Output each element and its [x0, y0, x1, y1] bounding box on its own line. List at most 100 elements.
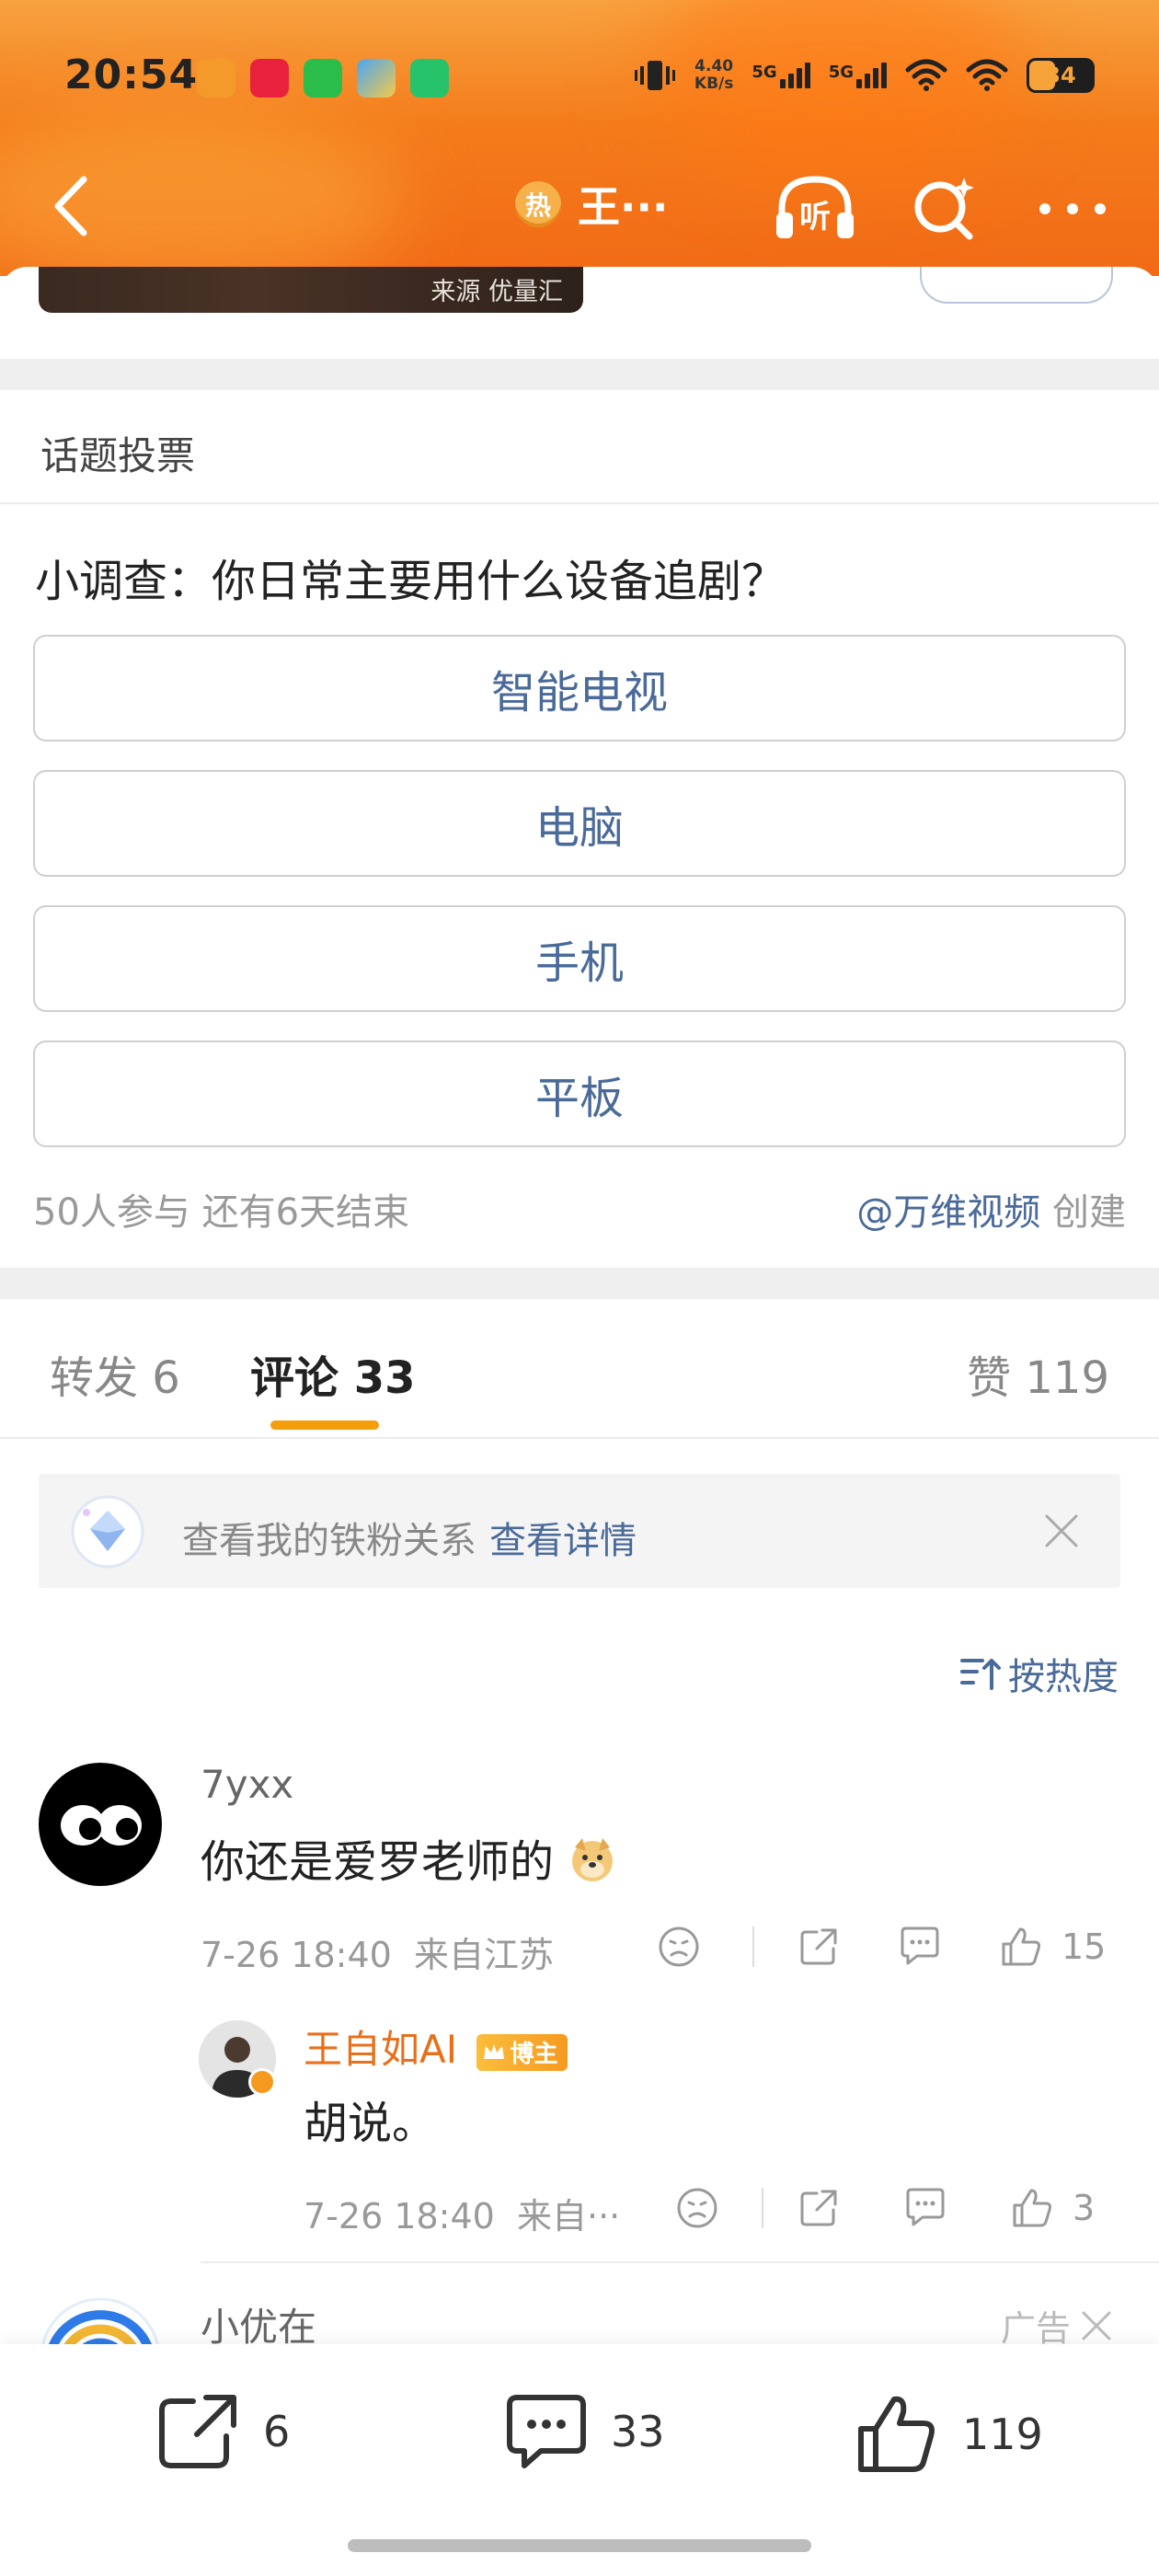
battery-level: 34 — [1045, 63, 1076, 88]
poll-option-smart-tv[interactable]: 智能电视 — [33, 635, 1126, 742]
poll-option-tablet[interactable]: 平板 — [33, 1041, 1126, 1147]
reply-meta: 7-26 18:40 来自··· — [304, 2188, 620, 2238]
ad-action-chip[interactable] — [920, 267, 1113, 304]
share-icon — [159, 2395, 236, 2468]
poll-creator: @万维视频 创建 — [856, 1182, 1126, 1236]
reply-username-text[interactable]: 王自如AI — [304, 2027, 457, 2072]
signal-label: 5G — [828, 63, 854, 82]
poll-creator-link[interactable]: @万维视频 — [856, 1191, 1040, 1234]
comment-button[interactable]: 33 — [504, 2392, 665, 2471]
sort-by-hot-button[interactable]: 按热度 — [960, 1647, 1119, 1700]
comment-text-body: 你还是爱罗老师的 — [201, 1836, 555, 1888]
fan-banner-label: 查看我的铁粉关系 — [182, 1520, 476, 1562]
bottom-action-bar: 6 33 119 — [0, 2344, 1159, 2576]
poll-creator-suffix: 创建 — [1040, 1191, 1126, 1234]
blogger-badge-label: 博主 — [510, 2041, 558, 2068]
ad-label-text: 广告 — [1000, 2308, 1071, 2349]
tab-repost[interactable]: 转发 6 — [50, 1341, 180, 1406]
share-icon — [800, 2190, 837, 2226]
app-notification-icon — [410, 59, 449, 98]
system-icons: 4.40 KB/s 5G 5G 34 — [634, 57, 1095, 94]
reply-text: 胡说。 — [304, 2098, 437, 2149]
ad-media-thumbnail[interactable]: 来源 优量汇 — [39, 267, 583, 313]
comment-like-count: 15 — [1061, 1926, 1107, 1967]
tab-comments[interactable]: 评论 33 — [250, 1341, 416, 1406]
comment-username[interactable]: 7yxx — [201, 1762, 293, 1807]
close-icon — [1045, 1514, 1078, 1547]
wifi-icon — [905, 59, 947, 91]
diamond-fan-icon — [71, 1495, 144, 1569]
section-divider — [0, 1268, 1159, 1299]
comment-time: 7-26 18:40 — [201, 1935, 392, 1975]
svg-text:听: 听 — [799, 199, 831, 236]
vibrate-icon — [634, 61, 675, 90]
reply-like-count: 3 — [1073, 2188, 1096, 2228]
poll-option-computer[interactable]: 电脑 — [33, 770, 1126, 877]
app-notification-icon — [250, 59, 289, 98]
frown-face-icon — [677, 2188, 717, 2228]
divider — [752, 1926, 754, 1967]
fan-relationship-banner[interactable]: 查看我的铁粉关系 查看详情 — [39, 1474, 1120, 1588]
divider — [762, 2188, 763, 2228]
repost-count: 6 — [263, 2407, 291, 2456]
share-icon — [800, 1928, 837, 1965]
repost-button[interactable]: 6 — [156, 2392, 290, 2471]
listen-button[interactable]: 听 — [769, 167, 861, 250]
frown-face-icon — [659, 1926, 699, 1967]
poll-meta: 50人参与 还有6天结束 — [33, 1191, 410, 1234]
ad-label[interactable]: 广告 — [1001, 2300, 1113, 2351]
reply-username: 王自如AI 博主 — [304, 2018, 568, 2075]
thumbs-up-icon — [858, 2396, 935, 2472]
sort-icon — [960, 1659, 1001, 1690]
comment-location: 来自江苏 — [414, 1935, 555, 1975]
nav-actions: 听 — [769, 167, 1119, 250]
network-speed-value: 4.40 — [694, 57, 734, 75]
app-notification-icon — [197, 59, 235, 98]
dislike-button[interactable] — [670, 2180, 725, 2236]
sort-label: 按热度 — [1008, 1656, 1119, 1698]
back-button[interactable] — [33, 169, 107, 243]
poll-question: 小调查：你日常主要用什么设备追剧？ — [35, 556, 786, 607]
reply-comment-button[interactable] — [892, 1919, 947, 1974]
media-source-label: 来源 优量汇 — [430, 278, 563, 306]
headphone-listen-icon: 听 — [776, 176, 854, 238]
interaction-tabs: 转发 6 评论 33 赞 119 — [0, 1301, 1159, 1439]
comment-count: 33 — [611, 2407, 665, 2456]
network-speed: 4.40 KB/s — [694, 58, 733, 93]
home-indicator[interactable] — [348, 2539, 811, 2552]
active-tab-indicator — [270, 1420, 379, 1430]
fan-banner-link[interactable]: 查看详情 — [489, 1520, 637, 1562]
dislike-button[interactable] — [651, 1919, 706, 1974]
reply-location: 来自··· — [517, 2196, 621, 2237]
wechat-icon — [304, 59, 342, 98]
comment-actions: 15 — [651, 1919, 1106, 1974]
network-speed-unit: KB/s — [694, 75, 734, 93]
nav-title-text: 王··· — [578, 182, 669, 232]
avatar[interactable] — [39, 1763, 162, 1886]
like-reply-button[interactable] — [1004, 2180, 1060, 2236]
nav-title[interactable]: 热 王··· — [515, 177, 668, 232]
reply-actions: 3 — [670, 2180, 1095, 2236]
battery-icon: 34 — [1027, 58, 1095, 93]
fan-banner-close-button[interactable] — [1036, 1505, 1087, 1557]
status-bar: 20:54 4.40 KB/s 5G 5G 34 — [0, 46, 1159, 110]
poll-option-phone[interactable]: 手机 — [33, 905, 1126, 1012]
signal-5g-2: 5G — [829, 63, 887, 88]
close-icon — [1082, 2311, 1111, 2340]
thumbs-up-icon — [1002, 1927, 1040, 1966]
like-comment-button[interactable] — [993, 1919, 1049, 1974]
repost-comment-button[interactable] — [791, 1919, 846, 1974]
thumbs-up-icon — [1013, 2189, 1051, 2227]
app-notification-icon — [357, 59, 396, 98]
more-button[interactable] — [1027, 167, 1119, 250]
status-time: 20:54 — [64, 52, 199, 98]
poll-header: 话题投票 — [0, 390, 1159, 504]
search-button[interactable] — [898, 167, 990, 250]
wifi-icon — [966, 59, 1008, 91]
tab-likes[interactable]: 赞 119 — [967, 1341, 1109, 1406]
reply-to-reply-button[interactable] — [898, 2180, 953, 2236]
repost-reply-button[interactable] — [791, 2180, 846, 2236]
like-button[interactable]: 119 — [855, 2392, 1043, 2477]
signal-label: 5G — [752, 63, 777, 82]
cartoon-eyes-avatar-icon — [61, 1805, 142, 1846]
